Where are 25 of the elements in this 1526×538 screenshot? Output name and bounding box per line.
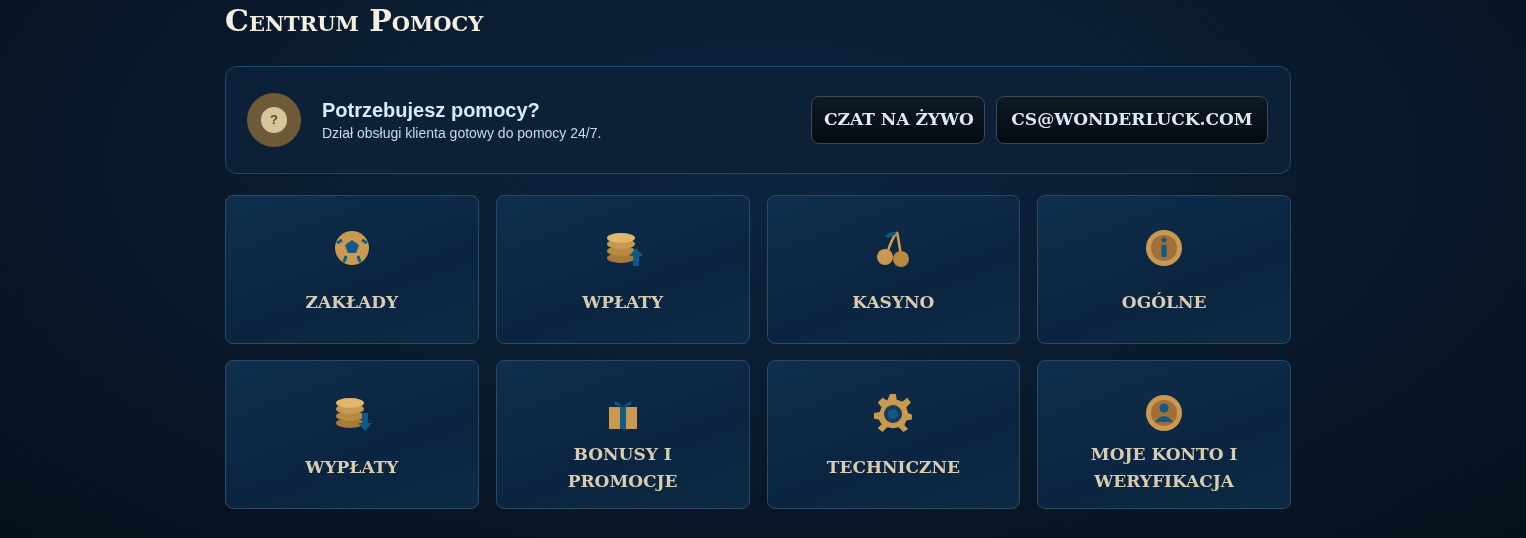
user-icon (1144, 393, 1185, 433)
gear-icon (873, 393, 914, 433)
category-card[interactable]: MOJE KONTO I WERYFIKACJA (1037, 360, 1291, 509)
category-label: OGÓLNE (1121, 291, 1207, 314)
help-heading: Potrzebujesz pomocy? (322, 98, 541, 123)
category-card[interactable]: WYPŁATY (225, 360, 479, 509)
category-card[interactable]: KASYNO (766, 195, 1021, 344)
category-label: WPŁATY (582, 291, 664, 314)
live-chat-button[interactable]: CZAT NA ŻYWO (811, 96, 985, 144)
category-label: TECHNICZNE (826, 456, 960, 479)
category-label: MOJE KONTO I WERYFIKACJA (1089, 442, 1239, 493)
category-card[interactable]: OGÓLNE (1037, 195, 1291, 344)
category-card[interactable]: WPŁATY (495, 195, 750, 344)
category-label: WYPŁATY (305, 456, 399, 479)
category-label: BONUSY I PROMOCJE (566, 442, 679, 493)
question-icon: ? (247, 93, 301, 147)
category-label: KASYNO (852, 291, 935, 314)
info-icon (1144, 228, 1185, 268)
help-text: Dział obsługi klienta gotowy do pomocy 24/7. (322, 124, 602, 143)
category-card[interactable]: ZAKŁADY (225, 195, 479, 344)
category-card[interactable]: BONUSY I PROMOCJE (495, 360, 750, 509)
category-label: ZAKŁADY (305, 291, 399, 314)
email-button[interactable]: CS@WONDERLUCK.COM (996, 96, 1268, 144)
page-title: Centrum Pomocy (225, 3, 484, 39)
category-card[interactable]: TECHNICZNE (766, 360, 1021, 509)
